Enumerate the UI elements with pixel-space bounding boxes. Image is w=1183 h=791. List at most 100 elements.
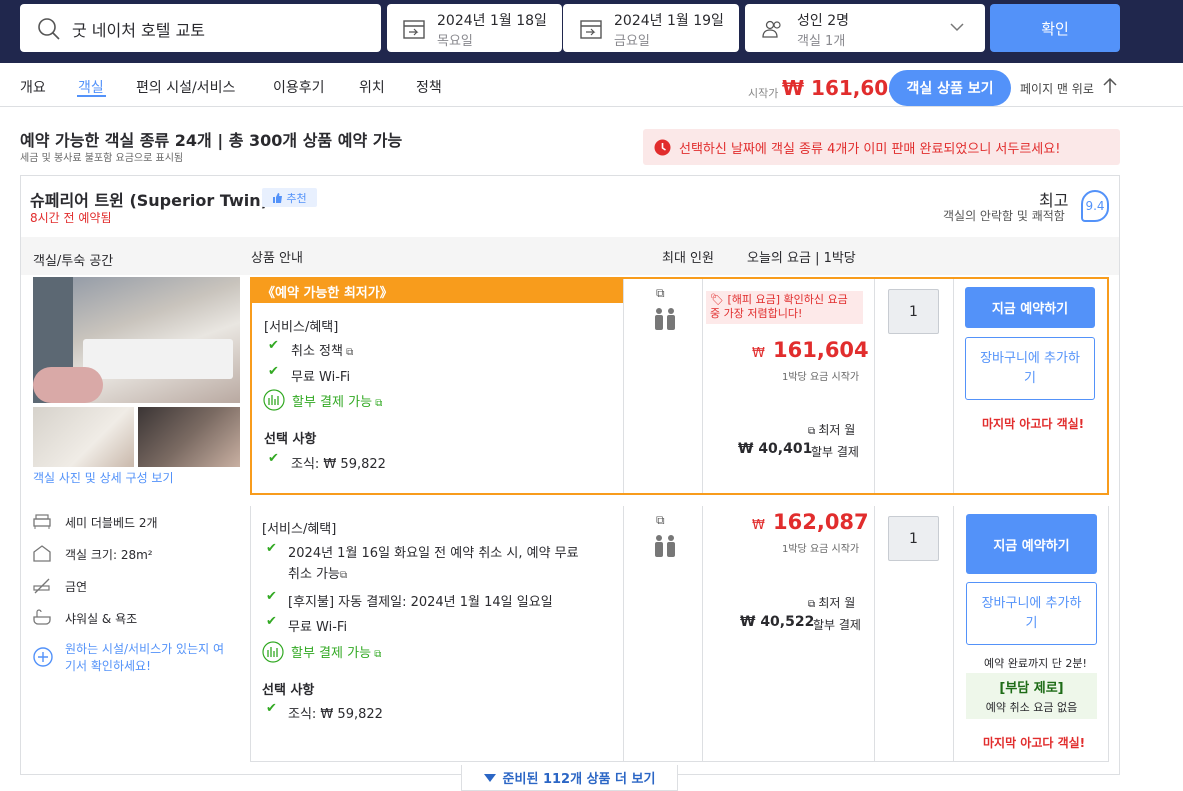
booking-timer: 예약 완료까지 단 2분! [984, 657, 1087, 670]
plus-circle-icon[interactable] [33, 647, 53, 667]
more-facilities-link[interactable]: 원하는 시설/서비스가 있는지 여기서 확인하세요! [65, 641, 225, 675]
checkin-picker[interactable]: 2024년 1월 18일 목요일 [387, 4, 562, 52]
confirm-button[interactable]: 확인 [990, 4, 1120, 52]
rating-score: 9.4 [1081, 190, 1109, 222]
happy-price-tag: 🏷 [해피 요금] 확인하신 요금 중 가장 저렴합니다! [706, 291, 863, 324]
two-persons-icon [655, 308, 675, 330]
clock-alert-icon [654, 139, 671, 156]
check-icon: ✔ [268, 364, 279, 379]
checkout-picker[interactable]: 2024년 1월 19일 금요일 [563, 4, 739, 52]
recommend-badge: 추천 [262, 188, 317, 207]
room-photo-3[interactable] [138, 407, 240, 467]
tab-policy[interactable]: 정책 [416, 77, 442, 97]
search-icon [38, 18, 60, 40]
divider [874, 279, 875, 493]
room-photo-main[interactable] [33, 277, 240, 403]
check-icon: ✔ [266, 614, 277, 629]
monthly-suffix: 할부 결제 [813, 618, 861, 632]
calendar-out-icon [580, 20, 602, 39]
feature-bed: 세미 더블베드 2개 [65, 516, 158, 530]
add-to-cart-button[interactable]: 장바구니에 추가하기 [966, 582, 1097, 645]
tab-rooms[interactable]: 객실 [78, 77, 104, 97]
cancel-policy-label: 취소 정책 [291, 344, 343, 359]
zero-risk-desc: 예약 취소 요금 없음 [985, 701, 1078, 714]
room-name[interactable]: 슈페리어 트윈 (Superior Twin) [30, 187, 268, 211]
divider [874, 506, 875, 762]
divider [702, 506, 703, 762]
show-more-button[interactable]: 준비된 112개 상품 더 보기 [461, 765, 678, 791]
hotel-name: 굿 네이처 호텔 교토 [72, 21, 206, 40]
installment-label: 할부 결제 가능 [291, 646, 372, 661]
photos-link[interactable]: 객실 사진 및 상세 구성 보기 [33, 469, 174, 486]
tab-reviews[interactable]: 이용후기 [273, 77, 325, 97]
guests-icon [762, 20, 781, 38]
from-label: 시작가 [748, 87, 779, 100]
col-offer: 상품 안내 [251, 251, 303, 266]
arrow-up-icon[interactable] [1102, 77, 1118, 95]
checkout-day: 금요일 [614, 34, 650, 49]
monthly-suffix: 할부 결제 [811, 445, 859, 459]
free-cancel-policy[interactable]: 2024년 1월 16일 화요일 전 예약 취소 시, 예약 무료 취소 가능⧉ [288, 543, 588, 586]
book-now-button[interactable]: 지금 예약하기 [966, 514, 1097, 574]
pay-later: [후지불] 자동 결제일: 2024년 1월 14일 일요일 [288, 595, 553, 610]
currency-symbol: ₩ [752, 346, 765, 361]
view-rooms-button[interactable]: 객실 상품 보기 [889, 70, 1011, 106]
installment-available[interactable]: 할부 결제 가능 ⧉ [291, 642, 381, 661]
monthly-label: ⧉ 최저 월 [808, 594, 855, 611]
popup-icon[interactable]: ⧉ [656, 513, 665, 528]
benefits-title: [서비스/혜택] [264, 320, 339, 335]
divider [953, 279, 954, 493]
zero-risk-title: [부담 제로] [999, 681, 1064, 696]
zero-risk-badge: [부담 제로] 예약 취소 요금 없음 [966, 673, 1097, 719]
show-more-label: 준비된 112개 상품 더 보기 [502, 772, 656, 787]
popup-icon: ⧉ [342, 347, 354, 358]
room-photo-2[interactable] [33, 407, 134, 467]
nav-divider [0, 106, 1183, 107]
no-smoking-icon [33, 578, 50, 594]
tab-location[interactable]: 위치 [359, 77, 385, 97]
urgency-text: 선택하신 날짜에 객실 종류 4개가 이미 판매 완료되었으니 서두르세요! [679, 142, 1061, 157]
hotel-search-input[interactable]: 굿 네이처 호텔 교토 [20, 4, 381, 52]
divider [953, 506, 954, 762]
urgency-banner: 선택하신 날짜에 객실 종류 4개가 이미 판매 완료되었으니 서두르세요! [643, 129, 1120, 165]
guests-count: 성인 2명 [797, 13, 849, 29]
back-to-top-link[interactable]: 페이지 맨 위로 [1020, 80, 1094, 97]
tab-overview[interactable]: 개요 [20, 77, 46, 97]
check-icon: ✔ [266, 589, 277, 604]
popup-icon: ⧉ [371, 649, 382, 660]
installment-label: 할부 결제 가능 [292, 395, 373, 410]
add-to-cart-button[interactable]: 장바구니에 추가하기 [965, 337, 1095, 400]
popup-icon: ⧉ [808, 599, 819, 610]
room-quantity-select[interactable]: 1 [888, 516, 939, 561]
rooms-count: 객실 1개 [797, 34, 846, 49]
installment-icon [263, 389, 285, 411]
photo-beds [83, 339, 233, 379]
free-cancel-text: 2024년 1월 16일 화요일 전 예약 취소 시, 예약 무료 취소 가능 [288, 546, 579, 582]
popup-icon[interactable]: ⧉ [656, 286, 665, 301]
monthly-label-text: 최저 월 [818, 423, 856, 437]
column-header [21, 237, 1119, 275]
active-tab-indicator [77, 95, 106, 97]
monthly-label: ⧉ 최저 월 [808, 421, 855, 438]
offer-price: 162,087 [773, 510, 869, 534]
cancel-policy[interactable]: 취소 정책 ⧉ [291, 340, 353, 359]
guests-picker[interactable]: 성인 2명 객실 1개 [745, 4, 985, 52]
breakfast-option: 조식: ₩ 59,822 [288, 707, 383, 722]
offer-price: 161,604 [773, 338, 869, 362]
options-title: 선택 사항 [264, 432, 317, 447]
tag-icon: 🏷 [710, 293, 724, 306]
book-now-button[interactable]: 지금 예약하기 [965, 287, 1095, 328]
two-persons-icon [655, 535, 675, 557]
calendar-in-icon [403, 20, 425, 39]
installment-available[interactable]: 할부 결제 가능 ⧉ [292, 391, 382, 410]
divider [623, 506, 624, 762]
tab-facilities[interactable]: 편의 시설/서비스 [136, 77, 235, 97]
price-note: 1박당 요금 시작가 [782, 544, 860, 555]
divider [623, 279, 624, 493]
feature-bath: 샤워실 & 욕조 [65, 612, 138, 626]
last-room-notice: 마지막 아고다 객실! [982, 417, 1085, 431]
room-quantity-select[interactable]: 1 [888, 289, 939, 334]
check-icon: ✔ [268, 338, 279, 353]
installment-icon [262, 641, 284, 663]
monthly-payment: ₩ 40,401 [738, 441, 813, 457]
